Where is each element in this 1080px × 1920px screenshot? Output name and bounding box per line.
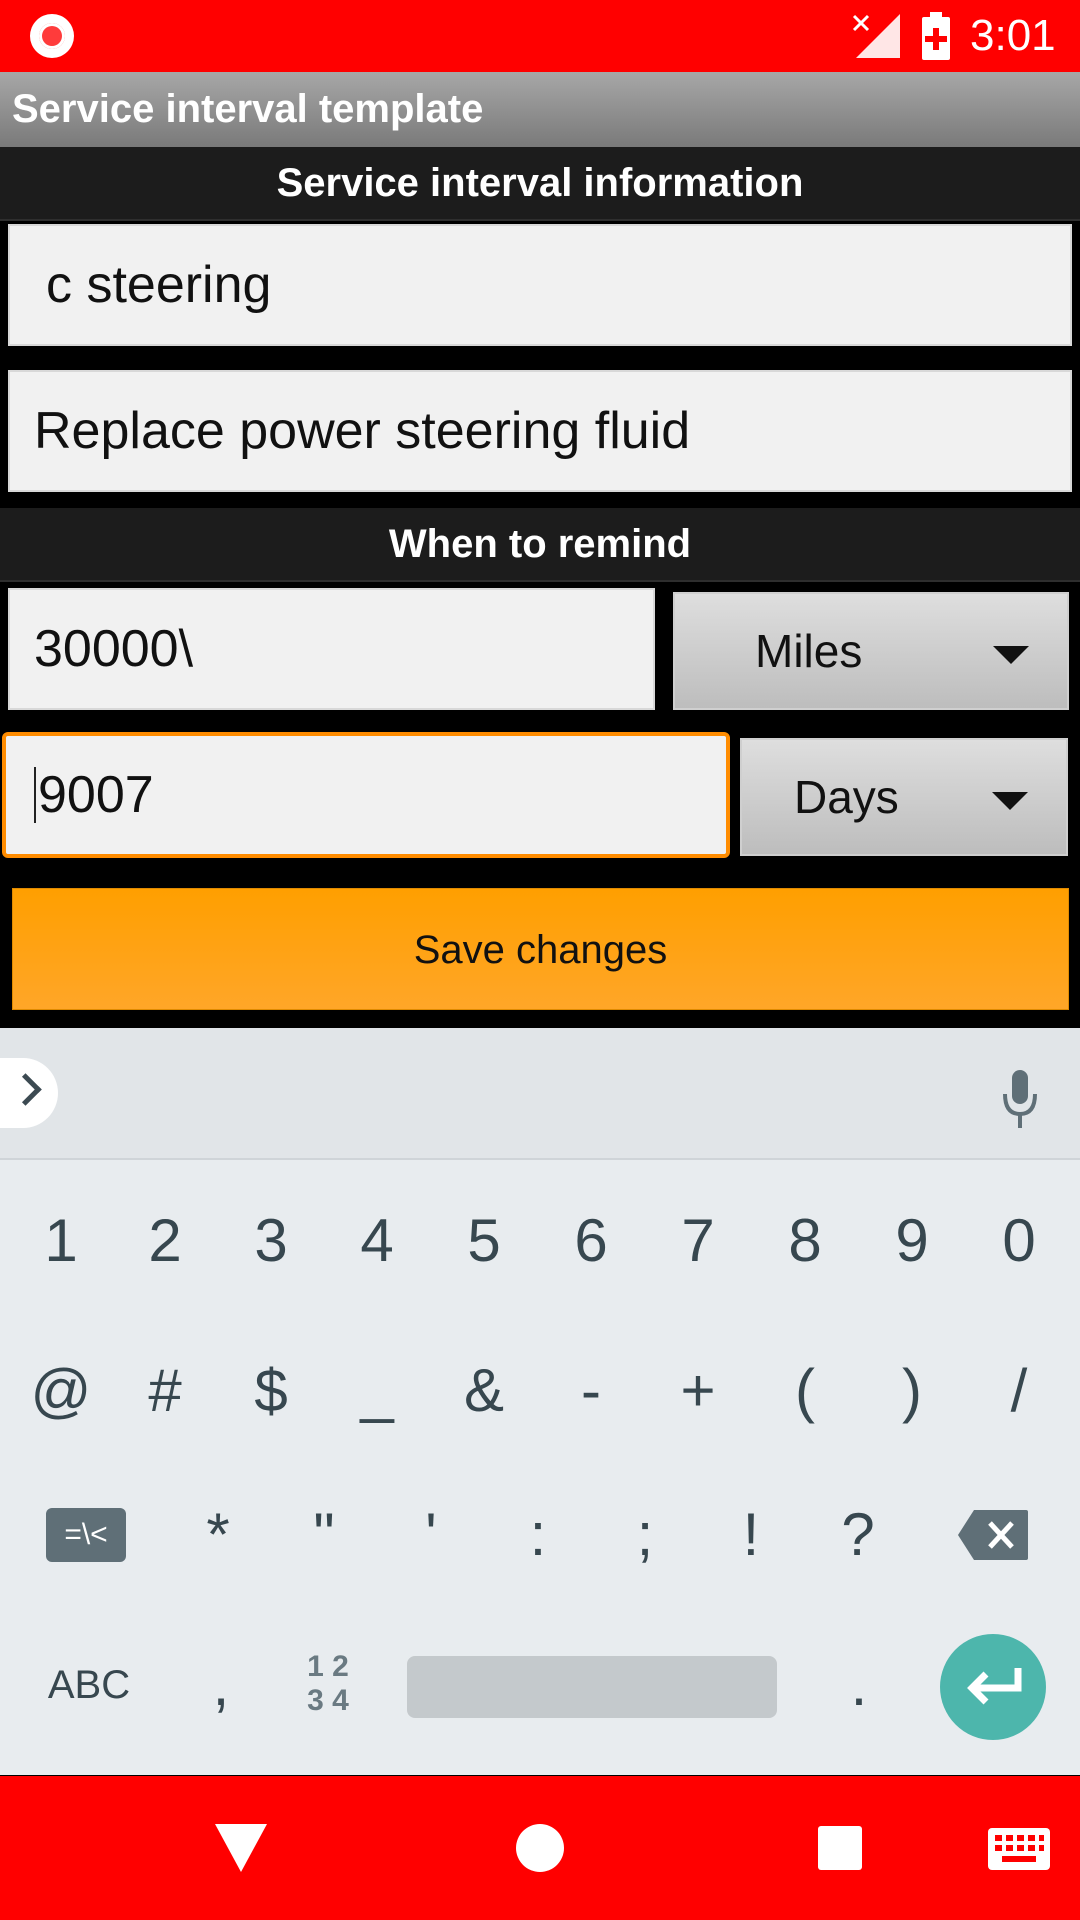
digit-key-6[interactable]: 7 (645, 1176, 751, 1306)
recents-square-icon[interactable] (818, 1826, 862, 1870)
section-title-remind: When to remind (388, 522, 692, 566)
space-key[interactable] (407, 1656, 777, 1718)
digit-key-2[interactable]: 3 (218, 1176, 324, 1306)
section-header-info: Service interval information (0, 147, 1080, 221)
clock: 3:01 (970, 11, 1056, 60)
symbol-key-9[interactable]: / (966, 1326, 1072, 1456)
description-value: Replace power steering fluid (34, 402, 691, 460)
symbol-key-3[interactable]: _ (324, 1326, 430, 1456)
dropdown-arrow-icon (993, 646, 1029, 664)
abc-key[interactable]: ABC (34, 1655, 144, 1715)
punct-key-3[interactable]: : (485, 1470, 591, 1600)
digit-key-7[interactable]: 8 (752, 1176, 858, 1306)
numpad-key-bottom: 3 4 (307, 1684, 349, 1717)
symbol-key-7[interactable]: ( (752, 1326, 858, 1456)
record-icon (30, 14, 74, 58)
symbol-key-1[interactable]: # (112, 1326, 218, 1456)
punct-key-4[interactable]: ; (592, 1470, 698, 1600)
punct-key-5[interactable]: ! (698, 1470, 804, 1600)
category-value: c steering (46, 256, 272, 314)
category-field[interactable]: c steering (8, 224, 1072, 346)
numpad-key[interactable]: 1 2 3 4 (298, 1650, 358, 1720)
section-header-remind: When to remind (0, 508, 1080, 582)
digit-key-5[interactable]: 6 (538, 1176, 644, 1306)
no-signal-icon (852, 14, 900, 58)
enter-key[interactable] (940, 1634, 1046, 1740)
time-interval-field[interactable]: 9007 (2, 732, 730, 858)
numpad-key-top: 1 2 (307, 1650, 349, 1683)
save-changes-button[interactable]: Save changes (12, 888, 1069, 1010)
punct-key-0[interactable]: * (165, 1470, 271, 1600)
section-title-info: Service interval information (276, 161, 804, 205)
symbol-key-4[interactable]: & (431, 1326, 537, 1456)
status-bar (0, 0, 1080, 72)
symbol-key-2[interactable]: $ (218, 1326, 324, 1456)
digit-key-0[interactable]: 1 (8, 1176, 114, 1306)
digit-key-8[interactable]: 9 (859, 1176, 965, 1306)
distance-interval-value: 30000\ (34, 620, 194, 678)
battery-charging-icon (922, 12, 950, 60)
time-unit-label: Days (794, 771, 899, 823)
dropdown-arrow-icon (992, 792, 1028, 810)
digit-key-3[interactable]: 4 (324, 1176, 430, 1306)
distance-unit-dropdown[interactable]: Miles (673, 592, 1069, 710)
symbol-key-8[interactable]: ) (859, 1326, 965, 1456)
digit-key-1[interactable]: 2 (112, 1176, 218, 1306)
text-cursor (34, 767, 36, 823)
keyboard-toolbar (0, 1028, 1080, 1160)
app-bar: Service interval template (0, 72, 1080, 147)
distance-interval-field[interactable]: 30000\ (8, 588, 655, 710)
punct-key-1[interactable]: " (271, 1470, 377, 1600)
back-triangle-icon[interactable] (215, 1824, 267, 1872)
symbol-key-5[interactable]: - (538, 1326, 644, 1456)
period-key[interactable]: . (806, 1620, 912, 1750)
description-field[interactable]: Replace power steering fluid (8, 370, 1072, 492)
time-unit-dropdown[interactable]: Days (740, 738, 1068, 856)
symbol-key-0[interactable]: @ (8, 1326, 114, 1456)
time-interval-text: 9007 (38, 766, 154, 824)
page-title: Service interval template (12, 87, 484, 131)
digit-key-9[interactable]: 0 (966, 1176, 1072, 1306)
comma-key[interactable]: , (168, 1620, 274, 1750)
punct-key-2[interactable]: ' (378, 1470, 484, 1600)
digit-key-4[interactable]: 5 (431, 1176, 537, 1306)
backspace-icon[interactable] (956, 1508, 1030, 1562)
keyboard-icon[interactable] (988, 1828, 1050, 1870)
time-interval-value: 9007 (34, 736, 154, 854)
microphone-icon[interactable] (1000, 1068, 1040, 1130)
enter-icon (967, 1668, 1022, 1705)
distance-unit-label: Miles (755, 625, 863, 677)
symbols-key[interactable]: =\< (46, 1508, 126, 1562)
save-changes-label: Save changes (413, 928, 668, 972)
punct-key-6[interactable]: ? (805, 1470, 911, 1600)
symbol-key-6[interactable]: + (645, 1326, 751, 1456)
home-circle-icon[interactable] (516, 1824, 564, 1872)
